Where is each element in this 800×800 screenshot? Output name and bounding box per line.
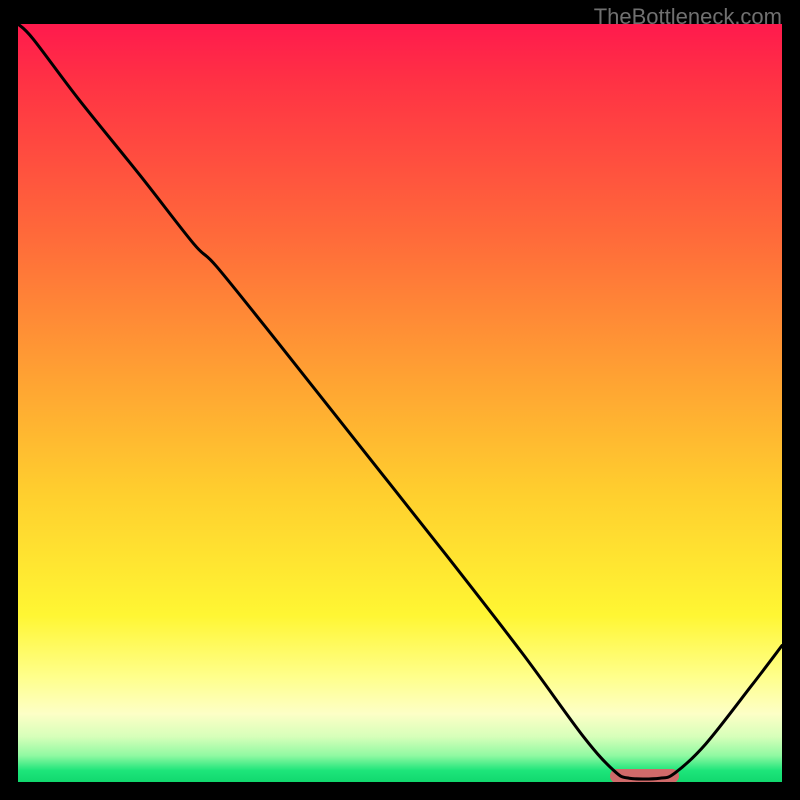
watermark-text: TheBottleneck.com xyxy=(594,4,782,30)
curve-path xyxy=(18,24,782,779)
chart-area xyxy=(18,24,782,782)
bottleneck-curve xyxy=(18,24,782,782)
